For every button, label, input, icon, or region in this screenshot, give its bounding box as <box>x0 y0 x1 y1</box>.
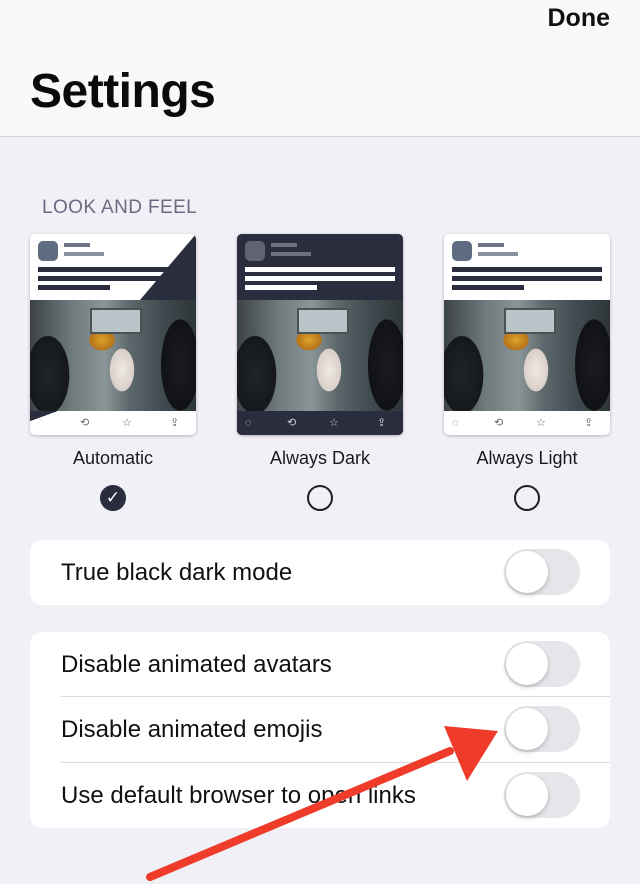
animated-emojis-toggle[interactable] <box>504 706 580 752</box>
repost-icon: ⟲ <box>80 417 90 429</box>
star-icon: ☆ <box>122 417 132 429</box>
theme-preview-always-dark[interactable]: ◌ ⟲ ☆ ⇪ <box>237 234 403 435</box>
default-browser-toggle[interactable] <box>504 772 580 818</box>
setting-label: Disable animated avatars <box>61 651 332 678</box>
repost-icon: ⟲ <box>494 417 504 429</box>
star-icon: ☆ <box>536 417 546 429</box>
page-title: Settings <box>30 65 216 118</box>
toggle-knob <box>506 774 548 816</box>
toggle-knob <box>506 551 548 593</box>
setting-row-true-black: True black dark mode <box>30 540 610 605</box>
theme-radio-always-dark[interactable] <box>307 485 333 511</box>
theme-option-always-light[interactable]: ◌ ⟲ ☆ ⇪ Always Light <box>444 234 610 511</box>
preview-photo <box>444 300 610 411</box>
settings-group-behavior: Disable animated avatars Disable animate… <box>30 632 610 828</box>
theme-option-automatic[interactable]: ◌ ⟲ ☆ ⇪ Automatic ✓ <box>30 234 196 511</box>
theme-label-automatic: Automatic <box>72 448 154 468</box>
navigation-header: Done Settings <box>0 0 640 137</box>
preview-photo <box>237 300 403 411</box>
checkmark-icon: ✓ <box>105 488 121 507</box>
settings-group-dark-mode: True black dark mode <box>30 540 610 605</box>
true-black-toggle[interactable] <box>504 549 580 595</box>
theme-label-always-light: Always Light <box>476 448 578 468</box>
reply-icon: ◌ <box>245 417 252 429</box>
repost-icon: ⟲ <box>287 417 297 429</box>
star-icon: ☆ <box>329 417 339 429</box>
theme-option-always-dark[interactable]: ◌ ⟲ ☆ ⇪ Always Dark <box>237 234 403 511</box>
reply-icon: ◌ <box>38 417 45 429</box>
theme-preview-automatic[interactable]: ◌ ⟲ ☆ ⇪ <box>30 234 196 435</box>
theme-preview-always-light[interactable]: ◌ ⟲ ☆ ⇪ <box>444 234 610 435</box>
setting-row-animated-avatars: Disable animated avatars <box>30 632 610 697</box>
section-label-look-and-feel: LOOK AND FEEL <box>42 197 198 218</box>
share-icon: ⇪ <box>584 417 594 429</box>
setting-row-animated-emojis: Disable animated emojis <box>30 697 610 763</box>
share-icon: ⇪ <box>170 417 180 429</box>
preview-photo <box>30 300 196 411</box>
toggle-knob <box>506 643 548 685</box>
theme-radio-always-light[interactable] <box>514 485 540 511</box>
theme-label-always-dark: Always Dark <box>269 448 371 468</box>
theme-radio-automatic[interactable]: ✓ <box>100 485 126 511</box>
done-button[interactable]: Done <box>548 4 611 33</box>
animated-avatars-toggle[interactable] <box>504 641 580 687</box>
setting-label: True black dark mode <box>61 559 293 586</box>
share-icon: ⇪ <box>377 417 387 429</box>
toggle-knob <box>506 708 548 750</box>
setting-label: Use default browser to open links <box>61 782 416 809</box>
reply-icon: ◌ <box>452 417 459 429</box>
setting-label: Disable animated emojis <box>61 716 323 743</box>
setting-row-default-browser: Use default browser to open links <box>30 763 610 828</box>
